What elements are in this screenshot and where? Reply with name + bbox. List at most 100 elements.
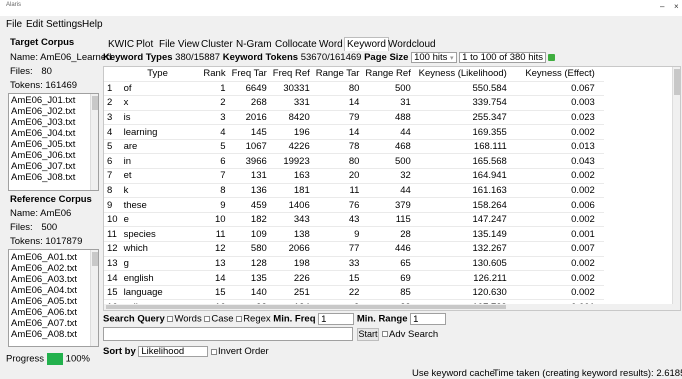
cell-range-ref: 65 xyxy=(362,255,414,271)
table-row[interactable]: 5 are 5 1067 4226 78 468 168.111 0.013 xyxy=(104,138,604,154)
list-item[interactable]: AmE06_J06.txt xyxy=(9,150,98,161)
table-vertical-scrollbar[interactable] xyxy=(672,67,680,310)
column-header-keyness-effect[interactable]: Keyness (Effect) xyxy=(509,67,598,81)
cell-type: which xyxy=(120,241,195,257)
table-row[interactable]: 15 language 15 140 251 22 85 120.630 0.002 xyxy=(104,284,604,300)
reference-file-list[interactable]: AmE06_A01.txt AmE06_A02.txt AmE06_A03.tx… xyxy=(8,249,99,347)
list-item[interactable]: AmE06_J08.txt xyxy=(9,172,98,183)
list-item[interactable]: AmE06_J03.txt xyxy=(9,117,98,128)
column-header-range-tar[interactable]: Range Tar xyxy=(312,67,363,81)
reference-name-value: AmE06 xyxy=(40,208,72,219)
tab-keyword[interactable]: Keyword xyxy=(344,37,389,51)
chevron-down-icon: ▾ xyxy=(450,55,454,62)
adv-search-checkbox[interactable] xyxy=(382,331,388,338)
sort-by-select[interactable]: Likelihood xyxy=(138,346,209,357)
cell-freq-tar: 580 xyxy=(228,241,270,257)
page-go-icon[interactable] xyxy=(547,54,555,61)
tab-kwic[interactable]: KWIC xyxy=(106,38,136,51)
keyword-cache-label: Use keyword cache xyxy=(412,368,495,379)
cell-freq-ref: 163 xyxy=(269,168,313,184)
column-header-rank[interactable]: Rank xyxy=(194,67,229,81)
list-item[interactable]: AmE06_A07.txt xyxy=(9,318,98,329)
table-row[interactable]: 6 in 6 3966 19923 80 500 165.568 0.043 xyxy=(104,153,604,169)
column-header-type[interactable]: Type xyxy=(120,67,195,81)
target-tokens-value: 161469 xyxy=(45,80,78,91)
table-row[interactable]: 12 which 12 580 2066 77 446 132.267 0.007 xyxy=(104,241,604,257)
start-button[interactable]: Start xyxy=(357,328,379,341)
cell-range-ref: 32 xyxy=(362,168,414,184)
table-row[interactable]: 13 g 13 128 198 33 65 130.605 0.002 xyxy=(104,255,604,271)
list-item[interactable]: AmE06_A06.txt xyxy=(9,307,98,318)
list-item[interactable]: AmE06_J01.txt xyxy=(9,95,98,106)
cell-rank: 8 xyxy=(194,182,229,198)
column-header-keyness-likelihood[interactable]: Keyness (Likelihood) xyxy=(413,67,510,81)
regex-checkbox[interactable] xyxy=(236,316,243,322)
list-item[interactable]: AmE06_J04.txt xyxy=(9,128,98,139)
close-button[interactable]: × xyxy=(674,2,679,11)
list-item[interactable]: AmE06_J02.txt xyxy=(9,106,98,117)
cell-keyness-likelihood: 158.264 xyxy=(413,197,510,213)
table-row[interactable]: 8 k 8 136 181 11 44 161.163 0.002 xyxy=(104,182,604,198)
tab-wordcloud[interactable]: Wordcloud xyxy=(386,38,438,51)
tab-file-view[interactable]: File View xyxy=(157,38,201,51)
status-bar: Use keyword cache Time taken (creating k… xyxy=(0,366,682,379)
menu-settings[interactable]: Settings xyxy=(46,19,82,30)
cell-keyness-effect: 0.002 xyxy=(509,182,598,198)
table-row[interactable]: 1 of 1 6649 30331 80 500 550.584 0.067 xyxy=(104,80,604,96)
list-item[interactable]: AmE06_A02.txt xyxy=(9,263,98,274)
target-file-list[interactable]: AmE06_J01.txt AmE06_J02.txt AmE06_J03.tx… xyxy=(8,93,99,191)
table-row[interactable]: 10 e 10 182 343 43 115 147.247 0.002 xyxy=(104,211,604,227)
words-checkbox[interactable] xyxy=(167,316,174,322)
table-row[interactable]: 14 english 14 135 226 15 69 126.211 0.002 xyxy=(104,270,604,286)
search-query-input[interactable] xyxy=(103,327,353,341)
cell-keyness-effect: 0.006 xyxy=(509,197,598,213)
table-row[interactable]: 9 these 9 459 1406 76 379 158.264 0.006 xyxy=(104,197,604,213)
invert-order-checkbox[interactable] xyxy=(211,348,218,355)
list-item[interactable]: AmE06_J05.txt xyxy=(9,139,98,150)
tab-n-gram[interactable]: N-Gram xyxy=(234,38,274,51)
column-header-range-ref[interactable]: Range Ref xyxy=(362,67,414,81)
table-row[interactable]: 7 et 7 131 163 20 32 164.941 0.002 xyxy=(104,168,604,184)
column-header-freq-ref[interactable]: Freq Ref xyxy=(269,67,313,81)
target-files-value: 80 xyxy=(41,66,52,77)
keyword-results-table[interactable]: Type Rank Freq Tar Freq Ref Range Tar Ra… xyxy=(103,66,681,311)
menu-edit[interactable]: Edit xyxy=(26,19,43,30)
sort-by-value: Likelihood xyxy=(141,346,185,357)
list-item[interactable]: AmE06_A03.txt xyxy=(9,274,98,285)
cell-freq-ref: 198 xyxy=(269,255,313,271)
reference-list-scrollbar[interactable] xyxy=(90,250,98,346)
menu-file[interactable]: File xyxy=(6,19,22,30)
list-item[interactable]: AmE06_A04.txt xyxy=(9,285,98,296)
min-freq-spinbox[interactable]: 1 xyxy=(318,313,355,325)
keyword-types-label: Keyword Types xyxy=(103,52,173,64)
cell-keyness-effect: 0.013 xyxy=(509,138,598,154)
min-range-spinbox[interactable]: 1 xyxy=(410,313,447,325)
cell-filler xyxy=(597,226,604,242)
table-row[interactable]: 11 species 11 109 138 9 28 135.149 0.001 xyxy=(104,226,604,242)
tab-cluster[interactable]: Cluster xyxy=(199,38,235,51)
list-item[interactable]: AmE06_A01.txt xyxy=(9,252,98,263)
list-item[interactable]: AmE06_J07.txt xyxy=(9,161,98,172)
list-item[interactable]: AmE06_A08.txt xyxy=(9,329,98,340)
table-row[interactable]: 4 learning 4 145 196 14 44 169.355 0.002 xyxy=(104,124,604,140)
cell-range-tar: 43 xyxy=(312,211,363,227)
menu-help[interactable]: Help xyxy=(82,19,103,30)
target-list-scrollbar[interactable] xyxy=(90,94,98,190)
tab-word[interactable]: Word xyxy=(317,38,345,51)
tab-collocate[interactable]: Collocate xyxy=(273,38,319,51)
page-size-select[interactable]: 100 hits ▾ xyxy=(411,52,457,63)
table-row[interactable]: 3 is 3 2016 8420 79 488 255.347 0.023 xyxy=(104,109,604,125)
reference-tokens-row: Tokens: 1017879 xyxy=(10,236,82,247)
cell-type: of xyxy=(120,80,195,96)
case-checkbox[interactable] xyxy=(204,316,211,322)
table-horizontal-scrollbar[interactable] xyxy=(104,304,674,310)
page-range-display[interactable]: 1 to 100 of 380 hits xyxy=(459,52,546,63)
list-item[interactable]: AmE06_A05.txt xyxy=(9,296,98,307)
cell-range-tar: 77 xyxy=(312,241,363,257)
minimize-button[interactable]: – xyxy=(660,2,664,11)
column-header[interactable] xyxy=(104,67,121,81)
column-header-freq-tar[interactable]: Freq Tar xyxy=(228,67,270,81)
cell-keyness-effect: 0.002 xyxy=(509,284,598,300)
tab-plot[interactable]: Plot xyxy=(134,38,155,51)
table-row[interactable]: 2 x 2 268 331 14 31 339.754 0.003 xyxy=(104,95,604,111)
